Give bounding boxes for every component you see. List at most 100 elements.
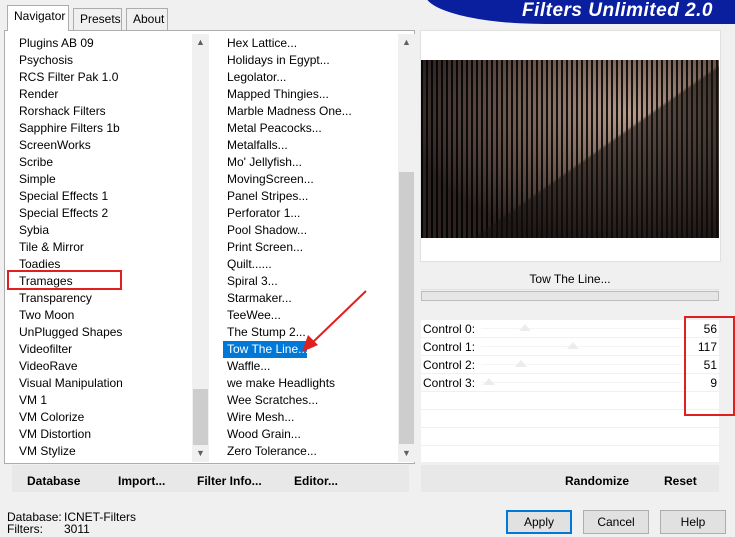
category-item[interactable]: VM Distortion (15, 426, 91, 443)
category-item[interactable]: VM Stylize (15, 443, 76, 460)
controls-panel: Control 0: 56 Control 1: 117 Control 2: 51 Con… (421, 320, 719, 464)
filter-item[interactable]: Pool Shadow... (223, 222, 307, 239)
category-item[interactable]: Scribe (15, 154, 53, 171)
control-label: Control 2: (423, 358, 476, 372)
control-row[interactable]: Control 1: 117 (421, 338, 719, 356)
filter-item[interactable]: Wee Scratches... (223, 392, 318, 409)
empty-control-row (421, 392, 719, 410)
filter-item[interactable]: Quilt...... (223, 256, 272, 273)
control-slider-track[interactable] (481, 346, 681, 347)
scroll-down-icon[interactable]: ▼ (398, 445, 415, 462)
filter-item[interactable]: Starmaker... (223, 290, 292, 307)
control-slider-thumb[interactable] (483, 378, 495, 385)
apply-button[interactable]: Apply (506, 510, 572, 534)
filter-item[interactable]: Metalfalls... (223, 137, 288, 154)
filter-item[interactable]: Waffle... (223, 358, 270, 375)
filter-scrollbar[interactable]: ▲ ▼ (398, 34, 415, 462)
filter-item[interactable]: Wood Grain... (223, 426, 301, 443)
banner-title: Filters Unlimited 2.0 (521, 0, 713, 21)
filters-value: 3011 (64, 522, 90, 536)
control-slider-thumb[interactable] (567, 342, 579, 349)
filter-item[interactable]: Panel Stripes... (223, 188, 308, 205)
scroll-thumb[interactable] (193, 389, 208, 445)
category-item[interactable]: Simple (15, 171, 56, 188)
control-row[interactable]: Control 2: 51 (421, 356, 719, 374)
empty-control-row (421, 410, 719, 428)
scroll-up-icon[interactable]: ▲ (398, 34, 415, 51)
filter-list[interactable]: Hex Lattice... Holidays in Egypt... Legola… (223, 34, 397, 462)
control-label: Control 0: (423, 322, 476, 336)
randomize-button[interactable]: Randomize (565, 474, 629, 488)
category-item[interactable]: Videofilter (15, 341, 72, 358)
database-button[interactable]: Database (27, 474, 80, 488)
tab-about[interactable]: About (126, 8, 168, 30)
category-item[interactable]: Sybia (15, 222, 49, 239)
filter-item[interactable]: Hex Lattice... (223, 35, 297, 52)
pointer-arrow-icon (302, 290, 367, 352)
help-button[interactable]: Help (660, 510, 726, 534)
control-label: Control 1: (423, 340, 476, 354)
scroll-down-icon[interactable]: ▼ (192, 445, 209, 462)
category-highlight-box (7, 270, 122, 290)
empty-control-row (421, 446, 719, 464)
category-item[interactable]: Visual Manipulation (15, 375, 123, 392)
filter-item[interactable]: Wire Mesh... (223, 409, 294, 426)
control-slider-track[interactable] (481, 328, 681, 329)
control-label: Control 3: (423, 376, 476, 390)
category-item[interactable]: Transparency (15, 290, 92, 307)
category-item[interactable]: Tile & Mirror (15, 239, 84, 256)
control-row[interactable]: Control 3: 9 (421, 374, 719, 392)
category-list[interactable]: Plugins AB 09 Psychosis RCS Filter Pak 1.0… (15, 34, 191, 462)
control-slider-track[interactable] (481, 382, 681, 383)
filter-item[interactable]: Spiral 3... (223, 273, 278, 290)
filter-item[interactable]: Mo' Jellyfish... (223, 154, 302, 171)
filter-item[interactable]: Holidays in Egypt... (223, 52, 330, 69)
filter-item[interactable]: we make Headlights (223, 375, 335, 392)
control-slider-thumb[interactable] (515, 360, 527, 367)
filters-unlimited-banner: Filters Unlimited 2.0 (425, 0, 735, 24)
tab-navigator[interactable]: Navigator (7, 5, 69, 31)
category-item[interactable]: Sapphire Filters 1b (15, 120, 120, 137)
editor-button[interactable]: Editor... (294, 474, 338, 488)
filter-item[interactable]: Marble Madness One... (223, 103, 352, 120)
control-slider-track[interactable] (481, 364, 681, 365)
category-item[interactable]: VideoRave (15, 358, 78, 375)
filter-info-button[interactable]: Filter Info... (197, 474, 262, 488)
category-item[interactable]: VM Colorize (15, 409, 84, 426)
category-scrollbar[interactable]: ▲ ▼ (192, 34, 209, 462)
filter-item[interactable]: Metal Peacocks... (223, 120, 322, 137)
scroll-thumb[interactable] (399, 172, 414, 444)
filter-item[interactable]: Perforator 1... (223, 205, 300, 222)
category-item[interactable]: Rorshack Filters (15, 103, 106, 120)
category-item[interactable]: Two Moon (15, 307, 74, 324)
category-item[interactable]: VM Toolbox (15, 460, 81, 462)
empty-control-row (421, 428, 719, 446)
filters-label: Filters: (7, 522, 43, 536)
filter-item[interactable]: TeeWee... (223, 307, 281, 324)
category-item[interactable]: VM 1 (15, 392, 47, 409)
category-item[interactable]: Special Effects 2 (15, 205, 108, 222)
category-item[interactable]: ScreenWorks (15, 137, 91, 154)
filter-item[interactable]: Zero Tolerance... (223, 443, 317, 460)
filter-item[interactable]: Legolator... (223, 69, 286, 86)
filter-item[interactable]: Mapped Thingies... (223, 86, 329, 103)
reset-button[interactable]: Reset (664, 474, 697, 488)
preview-image (421, 60, 719, 238)
scroll-up-icon[interactable]: ▲ (192, 34, 209, 51)
control-slider-thumb[interactable] (519, 324, 531, 331)
import-button[interactable]: Import... (118, 474, 165, 488)
category-item[interactable]: Psychosis (15, 52, 73, 69)
cancel-button[interactable]: Cancel (583, 510, 649, 534)
category-item[interactable]: Plugins AB 09 (15, 35, 94, 52)
selected-filter-name: Tow The Line... (421, 268, 719, 290)
category-item[interactable]: UnPlugged Shapes (15, 324, 122, 341)
values-highlight-box (684, 316, 735, 416)
filter-item[interactable]: Print Screen... (223, 239, 303, 256)
category-item[interactable]: Render (15, 86, 58, 103)
control-row[interactable]: Control 0: 56 (421, 320, 719, 338)
progress-bar (421, 291, 719, 301)
tab-presets[interactable]: Presets (73, 8, 122, 30)
filter-item[interactable]: MovingScreen... (223, 171, 314, 188)
category-item[interactable]: RCS Filter Pak 1.0 (15, 69, 118, 86)
category-item[interactable]: Special Effects 1 (15, 188, 108, 205)
